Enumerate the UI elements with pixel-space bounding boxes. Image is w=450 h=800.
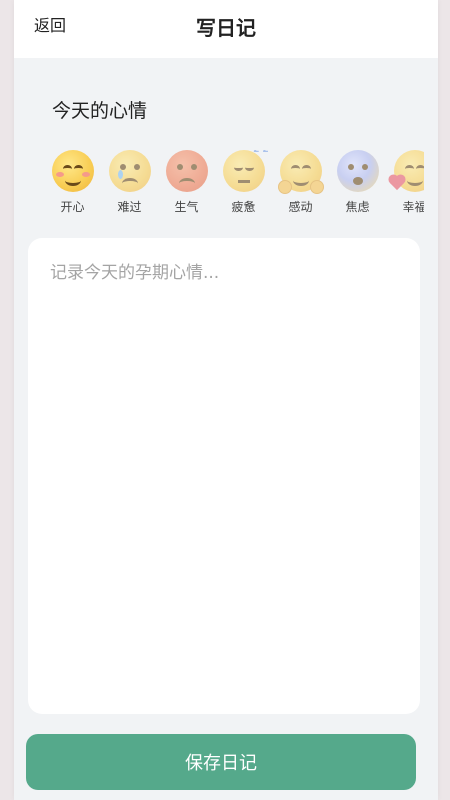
- smiling-hearts-face-icon: [389, 150, 424, 192]
- mood-option-moved[interactable]: 感动: [272, 150, 329, 220]
- mood-option-blissful[interactable]: 幸福: [386, 150, 424, 220]
- mood-label: 难过: [117, 200, 142, 214]
- save-diary-button[interactable]: 保存日记: [26, 734, 416, 790]
- mood-label: 开心: [60, 200, 85, 214]
- diary-card: [28, 238, 420, 714]
- crying-face-icon: [108, 150, 151, 192]
- mood-selector[interactable]: 开心 难过 生气 z z 疲惫: [44, 150, 424, 220]
- diary-textarea[interactable]: [50, 258, 400, 688]
- mood-label: 生气: [174, 200, 199, 214]
- mood-heading: 今天的心情: [52, 100, 148, 122]
- mood-option-angry[interactable]: 生气: [158, 150, 215, 220]
- mood-option-tired[interactable]: z z 疲惫: [215, 150, 272, 220]
- mood-label: 疲惫: [231, 200, 256, 214]
- mood-label: 焦虑: [345, 200, 370, 214]
- angry-face-icon: [165, 150, 208, 192]
- mood-label: 感动: [288, 200, 313, 214]
- app-screen: 返回 写日记 今天的心情 开心 难过 生气 疲惫 感动 焦虑 幸福 记录今天的孕…: [14, 0, 438, 800]
- mood-option-anxious[interactable]: 焦虑: [329, 150, 386, 220]
- mood-option-sad[interactable]: 难过: [101, 150, 158, 220]
- happy-face-icon: [51, 150, 94, 192]
- anxious-face-icon: [336, 150, 379, 192]
- mood-option-happy[interactable]: 开心: [44, 150, 101, 220]
- page-title: 写日记: [196, 16, 256, 40]
- mood-label: 幸福: [402, 200, 424, 214]
- hugging-face-icon: [277, 150, 324, 194]
- sleepy-face-icon: z z: [222, 150, 269, 192]
- header-bar: 返回 写日记: [14, 0, 438, 58]
